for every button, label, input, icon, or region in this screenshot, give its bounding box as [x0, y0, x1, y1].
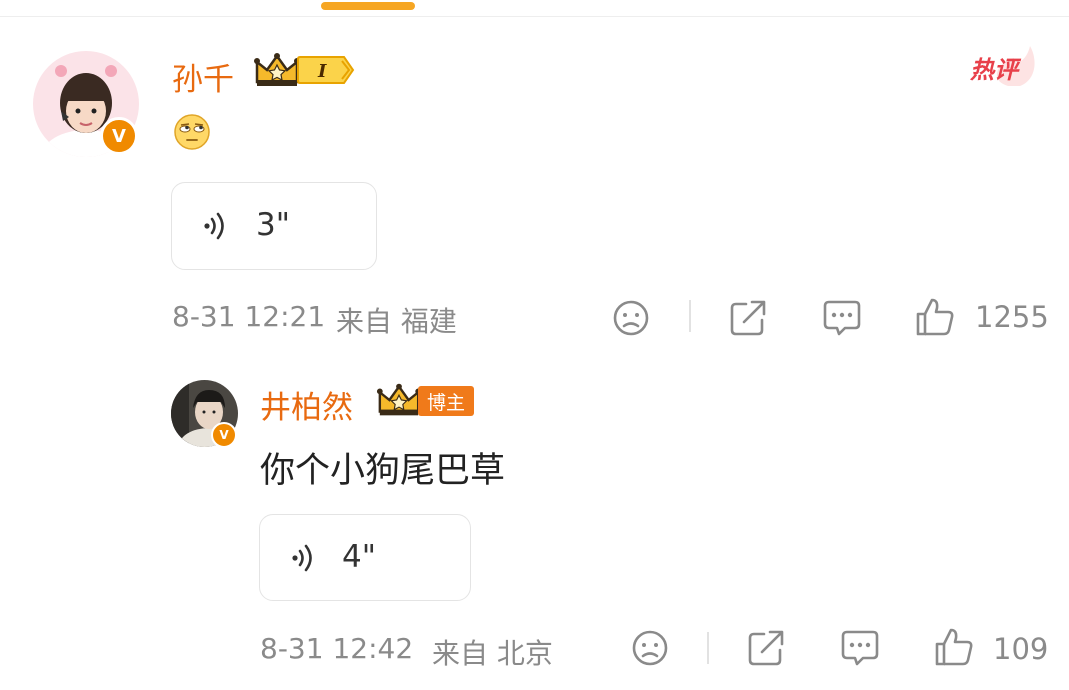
verified-badge: V [211, 422, 237, 448]
svg-text:I: I [317, 61, 327, 82]
verified-badge: V [100, 117, 138, 155]
comment-icon[interactable] [839, 628, 881, 672]
location: 来自 北京 [432, 637, 553, 670]
like-count: 109 [993, 632, 1049, 666]
like-count: 1255 [975, 300, 1049, 334]
voice-wave-icon [288, 541, 322, 579]
rolling-eyes-emoji-icon [173, 113, 211, 155]
voice-duration: 4" [342, 539, 376, 575]
comment-icon[interactable] [821, 298, 863, 342]
timestamp: 8-31 12:42 [260, 632, 414, 665]
like-icon[interactable] [914, 296, 956, 342]
crown-icon [253, 52, 301, 92]
share-icon[interactable] [728, 298, 768, 342]
voice-message[interactable]: 3" [171, 182, 377, 270]
svg-text:热评: 热评 [969, 56, 1022, 84]
sad-face-icon[interactable] [611, 298, 651, 342]
crown-icon [376, 382, 422, 422]
username[interactable]: 孙千 [172, 54, 234, 99]
sad-face-icon[interactable] [630, 628, 670, 672]
action-divider [689, 300, 691, 332]
action-divider [707, 632, 709, 664]
location: 来自 福建 [336, 305, 457, 338]
like-icon[interactable] [933, 626, 975, 672]
active-tab-indicator [321, 2, 415, 10]
reply-text: 你个小狗尾巴草 [260, 451, 506, 491]
header-divider [0, 16, 1069, 17]
username[interactable]: 井柏然 [260, 382, 353, 427]
voice-duration: 3" [256, 207, 290, 243]
voice-wave-icon [200, 209, 234, 247]
voice-message[interactable]: 4" [259, 514, 471, 601]
hot-comment-badge: 热评 [968, 40, 1042, 94]
level-badge: I [296, 55, 356, 89]
timestamp: 8-31 12:21 [172, 300, 326, 333]
author-badge: 博主 [418, 386, 474, 416]
share-icon[interactable] [746, 628, 786, 672]
